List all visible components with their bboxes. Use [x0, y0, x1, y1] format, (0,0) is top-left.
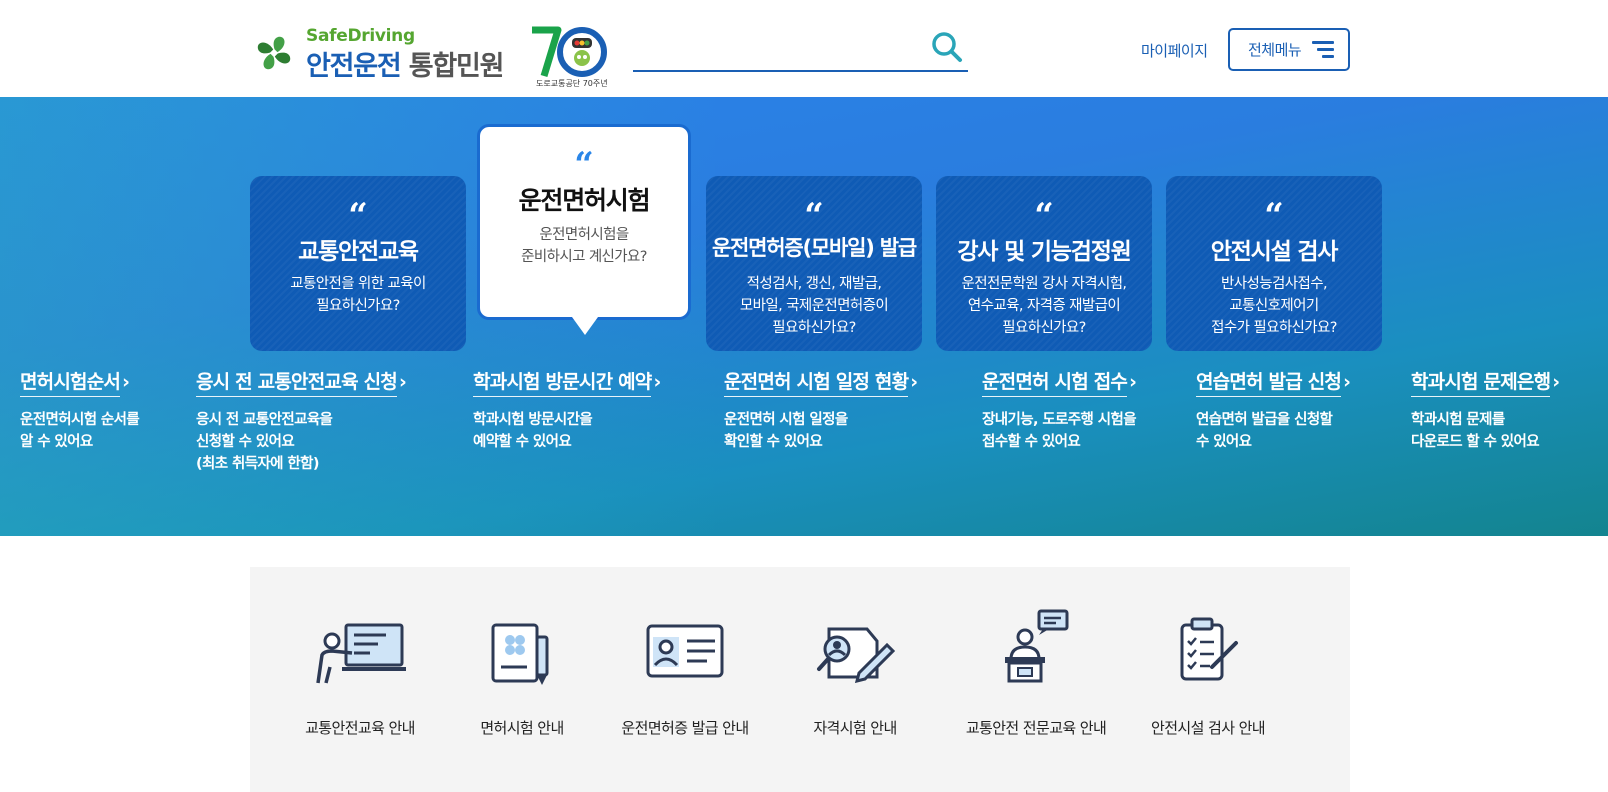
quick-link-title[interactable]: 운전면허 시험 접수: [982, 367, 1128, 397]
quick-link-title[interactable]: 면허시험순서: [20, 367, 121, 397]
lecturer-podium-icon: [1005, 609, 1069, 683]
chevron-right-icon: ›: [1129, 371, 1137, 393]
guide-license-exam[interactable]: 면허시험 안내: [432, 567, 612, 792]
document-pen-icon: [491, 623, 549, 685]
card-traffic-safety-education[interactable]: “ 교통안전교육 교통안전을 위한 교육이 필요하신가요?: [250, 176, 466, 351]
quick-link-practice-license: 연습면허 발급 신청 › 연습면허 발급을 신청할 수 있어요: [1196, 367, 1351, 453]
card-desc: 교통안전을 위한 교육이 필요하신가요?: [290, 276, 426, 314]
card-license-issue[interactable]: “ 운전면허증(모바일) 발급 적성검사, 갱신, 재발급, 모바일, 국제운전…: [706, 176, 922, 351]
logo-sub-text: 통합민원: [408, 51, 505, 82]
quick-link-desc: 장내기능, 도로주행 시험을 접수할 수 있어요: [982, 412, 1137, 450]
logo-english: SafeDriving: [306, 26, 415, 46]
logo-korean: 안전운전 통합민원: [306, 44, 505, 83]
all-menu-label: 전체메뉴: [1248, 41, 1302, 59]
quick-link-title[interactable]: 학과시험 방문시간 예약: [473, 367, 652, 397]
card-desc: 운전면허시험을 준비하시고 계신가요?: [521, 227, 647, 265]
quote-icon: “: [804, 196, 824, 236]
quick-link-title[interactable]: 응시 전 교통안전교육 신청: [196, 367, 398, 397]
card-title: 안전시설 검사: [1210, 239, 1339, 265]
mypage-link[interactable]: 마이페이지: [1141, 40, 1208, 61]
quick-link-title[interactable]: 운전면허 시험 일정 현황: [724, 367, 909, 397]
hero-section: “ 교통안전교육 교통안전을 위한 교육이 필요하신가요? “ 운전면허시험 운…: [0, 97, 1608, 536]
all-menu-button[interactable]: 전체메뉴: [1228, 28, 1350, 71]
quick-link-desc: 운전면허 시험 일정을 확인할 수 있어요: [724, 412, 848, 450]
search-icon: [932, 32, 962, 62]
card-desc: 적성검사, 갱신, 재발급, 모바일, 국제운전면허증이 필요하신가요?: [739, 276, 889, 336]
clover-logo-icon: [257, 36, 291, 70]
chevron-right-icon: ›: [910, 371, 919, 393]
quick-link-pre-exam-education: 응시 전 교통안전교육 신청 › 응시 전 교통안전교육을 신청할 수 있어요 (…: [196, 367, 407, 475]
search-button[interactable]: [930, 30, 964, 64]
quick-link-title[interactable]: 연습면허 발급 신청: [1196, 367, 1342, 397]
guide-label: 안전시설 검사 안내: [1151, 719, 1266, 737]
quick-link-question-bank: 학과시험 문제은행 › 학과시험 문제를 다운로드 할 수 있어요: [1411, 367, 1560, 453]
guide-section: 교통안전교육 안내 면허시험 안내 운전면허증 발급 안내 자격시험 안내 교통…: [250, 567, 1350, 792]
chevron-right-icon: ›: [1343, 371, 1351, 393]
search-input[interactable]: [633, 34, 923, 66]
chevron-right-icon: ›: [398, 371, 407, 393]
guide-professional-education[interactable]: 교통안전 전문교육 안내: [946, 567, 1126, 792]
guide-traffic-education[interactable]: 교통안전교육 안내: [270, 567, 450, 792]
quick-link-exam-schedule: 운전면허 시험 일정 현황 › 운전면허 시험 일정을 확인할 수 있어요: [724, 367, 918, 453]
quote-icon: “: [348, 196, 368, 236]
card-desc: 반사성능검사접수, 교통신호제어기 접수가 필요하신가요?: [1211, 276, 1337, 336]
quick-link-visit-reservation: 학과시험 방문시간 예약 › 학과시험 방문시간을 예약할 수 있어요: [473, 367, 661, 453]
hamburger-icon: [1312, 41, 1334, 59]
card-title: 강사 및 기능검정원: [957, 239, 1131, 265]
speech-tail: [572, 317, 598, 335]
quick-link-desc: 학과시험 방문시간을 예약할 수 있어요: [473, 412, 593, 450]
chevron-right-icon: ›: [122, 371, 130, 393]
magnifier-pen-icon: [817, 627, 895, 683]
quick-link-exam-registration: 운전면허 시험 접수 › 장내기능, 도로주행 시험을 접수할 수 있어요: [982, 367, 1137, 453]
card-title: 운전면허시험: [518, 186, 651, 215]
id-card-icon: [646, 624, 724, 678]
chevron-right-icon: ›: [653, 371, 662, 393]
logo-main-text: 안전운전: [306, 51, 402, 82]
quick-link-desc: 연습면허 발급을 신청할 수 있어요: [1196, 412, 1333, 450]
quick-link-desc: 학과시험 문제를 다운로드 할 수 있어요: [1411, 412, 1540, 450]
card-instructor-examiner[interactable]: “ 강사 및 기능검정원 운전전문학원 강사 자격시험, 연수교육, 자격증 재…: [936, 176, 1152, 351]
chevron-right-icon: ›: [1552, 371, 1561, 393]
card-license-exam[interactable]: “ 운전면허시험 운전면허시험을 준비하시고 계신가요?: [477, 124, 691, 335]
search-bar: [633, 28, 968, 72]
quote-icon: “: [1034, 196, 1054, 236]
clipboard-check-icon: [1180, 617, 1238, 681]
card-title: 운전면허증(모바일) 발급: [711, 236, 917, 260]
guide-facility-inspection[interactable]: 안전시설 검사 안내: [1118, 567, 1298, 792]
teacher-board-icon: [316, 623, 406, 684]
site-header: SafeDriving 안전운전 통합민원 도로교통공단 70주년 마이페이지 …: [0, 0, 1608, 97]
card-safety-facility-inspection[interactable]: “ 안전시설 검사 반사성능검사접수, 교통신호제어기 접수가 필요하신가요?: [1166, 176, 1382, 351]
guide-qualification-exam[interactable]: 자격시험 안내: [765, 567, 945, 792]
quote-icon: “: [574, 145, 594, 185]
anniversary-caption: 도로교통공단 70주년: [536, 79, 608, 88]
guide-license-issue[interactable]: 운전면허증 발급 안내: [595, 567, 775, 792]
site-logo[interactable]: SafeDriving 안전운전 통합민원 도로교통공단 70주년: [250, 22, 610, 92]
quick-link-desc: 운전면허시험 순서를 알 수 있어요: [20, 412, 140, 450]
quote-icon: “: [1264, 196, 1284, 236]
card-title: 교통안전교육: [298, 239, 419, 265]
quick-link-desc: 응시 전 교통안전교육을 신청할 수 있어요 (최초 취득자에 한함): [196, 412, 333, 472]
quick-link-exam-order: 면허시험순서 › 운전면허시험 순서를 알 수 있어요: [20, 367, 140, 453]
card-desc: 운전전문학원 강사 자격시험, 연수교육, 자격증 재발급이 필요하신가요?: [961, 276, 1128, 336]
quick-link-title[interactable]: 학과시험 문제은행: [1411, 367, 1551, 397]
